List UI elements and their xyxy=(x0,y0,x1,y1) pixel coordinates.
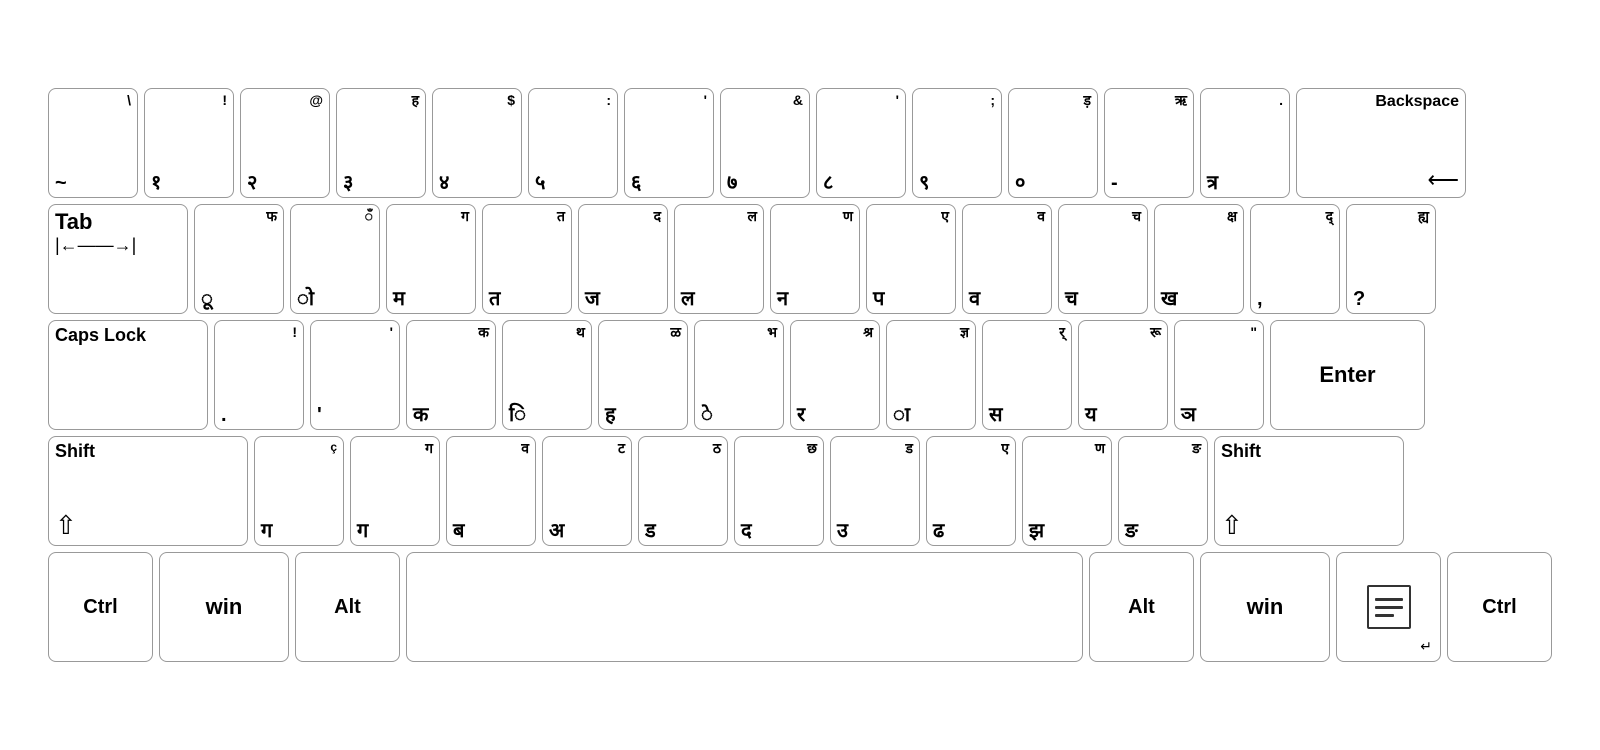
space-key[interactable] xyxy=(406,552,1083,662)
win-right-key[interactable]: win xyxy=(1200,552,1330,662)
key-n[interactable]: छ द xyxy=(734,436,824,546)
key-r[interactable]: त त xyxy=(482,204,572,314)
key-m[interactable]: ड उ xyxy=(830,436,920,546)
backspace-key[interactable]: Backspace ⟵ xyxy=(1296,88,1466,198)
key-period[interactable]: ण झ xyxy=(1022,436,1112,546)
key-s[interactable]: ' ' xyxy=(310,320,400,430)
key-bracket-open[interactable]: क्ष ख xyxy=(1154,204,1244,314)
keyboard-row-5: Ctrl win Alt Alt win xyxy=(48,552,1552,662)
key-k[interactable]: ज्ञ ा xyxy=(886,320,976,430)
key-g[interactable]: ळ ह xyxy=(598,320,688,430)
key-bracket-close[interactable]: द् , xyxy=(1250,204,1340,314)
keyboard-row-3: Caps Lock ! . ' ' क क थ ि xyxy=(48,320,1552,430)
key-t[interactable]: द ज xyxy=(578,204,668,314)
key-minus[interactable]: ऋ - xyxy=(1104,88,1194,198)
key-slash[interactable]: ङ ङ xyxy=(1118,436,1208,546)
shift-left-key[interactable]: Shift ⇧ xyxy=(48,436,248,546)
win-left-key[interactable]: win xyxy=(159,552,289,662)
key-f[interactable]: थ ि xyxy=(502,320,592,430)
key-3[interactable]: ह ३ xyxy=(336,88,426,198)
keyboard-row-1: \ ~ ! १ @ २ ह ३ $ ४ xyxy=(48,88,1552,198)
keyboard: \ ~ ! १ @ २ ह ३ $ ४ xyxy=(30,70,1570,680)
key-z[interactable]: ç ग xyxy=(254,436,344,546)
key-l[interactable]: र् स xyxy=(982,320,1072,430)
key-2[interactable]: @ २ xyxy=(240,88,330,198)
key-y[interactable]: ल ल xyxy=(674,204,764,314)
key-u[interactable]: ण न xyxy=(770,204,860,314)
key-backslash[interactable]: ह्य ? xyxy=(1346,204,1436,314)
key-d[interactable]: क क xyxy=(406,320,496,430)
key-equals[interactable]: . त्र xyxy=(1200,88,1290,198)
menu-key[interactable]: ↵ xyxy=(1336,552,1441,662)
key-quote[interactable]: " ञ xyxy=(1174,320,1264,430)
key-b[interactable]: ठ ड xyxy=(638,436,728,546)
key-6[interactable]: ' ६ xyxy=(624,88,714,198)
key-comma[interactable]: ए ढ xyxy=(926,436,1016,546)
key-c[interactable]: व ब xyxy=(446,436,536,546)
keyboard-row-2: Tab |←——→| फ ू ँ ो ग म त त xyxy=(48,204,1552,314)
caps-lock-key[interactable]: Caps Lock xyxy=(48,320,208,430)
alt-left-key[interactable]: Alt xyxy=(295,552,400,662)
alt-right-key[interactable]: Alt xyxy=(1089,552,1194,662)
menu-icon xyxy=(1367,585,1411,629)
key-0[interactable]: ड़ ० xyxy=(1008,88,1098,198)
key-o[interactable]: व व xyxy=(962,204,1052,314)
key-p[interactable]: च च xyxy=(1058,204,1148,314)
key-i[interactable]: ए प xyxy=(866,204,956,314)
key-w[interactable]: ँ ो xyxy=(290,204,380,314)
key-a[interactable]: ! . xyxy=(214,320,304,430)
key-9[interactable]: ; ९ xyxy=(912,88,1002,198)
key-1[interactable]: ! १ xyxy=(144,88,234,198)
keyboard-row-4: Shift ⇧ ç ग ग ग व ब ट अ xyxy=(48,436,1552,546)
key-e[interactable]: ग म xyxy=(386,204,476,314)
enter-key[interactable]: Enter xyxy=(1270,320,1425,430)
key-semicolon[interactable]: रू य xyxy=(1078,320,1168,430)
key-j[interactable]: श्र र xyxy=(790,320,880,430)
key-8[interactable]: ' ८ xyxy=(816,88,906,198)
key-q[interactable]: फ ू xyxy=(194,204,284,314)
key-4[interactable]: $ ४ xyxy=(432,88,522,198)
key-v[interactable]: ट अ xyxy=(542,436,632,546)
shift-right-key[interactable]: Shift ⇧ xyxy=(1214,436,1404,546)
key-5[interactable]: : ५ xyxy=(528,88,618,198)
tab-key[interactable]: Tab |←——→| xyxy=(48,204,188,314)
key-h[interactable]: भ े xyxy=(694,320,784,430)
key-7[interactable]: & ७ xyxy=(720,88,810,198)
ctrl-right-key[interactable]: Ctrl xyxy=(1447,552,1552,662)
ctrl-left-key[interactable]: Ctrl xyxy=(48,552,153,662)
key-backtick[interactable]: \ ~ xyxy=(48,88,138,198)
key-x[interactable]: ग ग xyxy=(350,436,440,546)
